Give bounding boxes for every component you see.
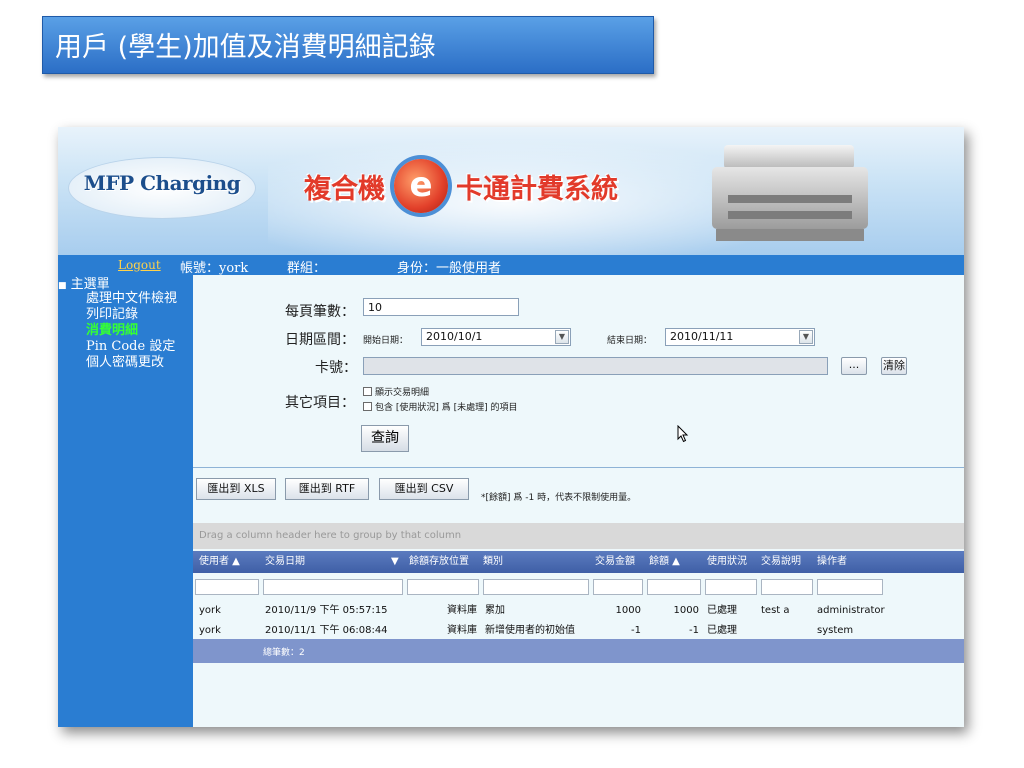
cell-amount: 1000	[615, 605, 641, 616]
cell-user: york	[199, 605, 221, 616]
filter-amount[interactable]	[593, 579, 643, 595]
cell-user: york	[199, 625, 221, 636]
col-category[interactable]: 類別	[483, 551, 503, 573]
cell-location: 資料庫	[447, 605, 477, 616]
sidebar-item-change-password[interactable]: 個人密碼更改	[86, 355, 164, 370]
account-label: 帳號：york	[180, 261, 249, 276]
printer-icon	[706, 141, 874, 245]
card-number-label: 卡號：	[315, 360, 357, 376]
filter-row	[193, 575, 964, 599]
filter-description[interactable]	[761, 579, 813, 595]
cell-description: test a	[761, 605, 790, 616]
show-details-label: 顯示交易明細	[375, 388, 430, 398]
start-date-dropdown-icon[interactable]: ▼	[555, 330, 569, 344]
total-count: 總筆數：2	[263, 648, 305, 658]
filter-date[interactable]	[263, 579, 403, 595]
start-date-picker[interactable]: 2010/10/1 ▼	[421, 328, 571, 346]
cell-operator: system	[817, 625, 854, 636]
start-date-label: 開始日期：	[363, 336, 409, 346]
col-date-sort-icon[interactable]: ▼	[391, 551, 399, 573]
grid-header: 使用者 ▲ 交易日期 ▼ 餘額存放位置 類別 交易金額 餘額 ▲ 使用狀況 交易…	[193, 551, 964, 573]
clear-button[interactable]: 清除	[881, 357, 907, 375]
grid-footer: 總筆數：2	[193, 639, 964, 663]
filter-status[interactable]	[705, 579, 757, 595]
query-button[interactable]: 查詢	[361, 425, 409, 452]
end-date-value: 2010/11/11	[670, 330, 734, 343]
filter-category[interactable]	[483, 579, 589, 595]
sidebar-item-transactions[interactable]: 消費明細	[86, 323, 138, 338]
col-balance[interactable]: 餘額 ▲	[649, 551, 680, 573]
collapse-icon[interactable]: ■	[58, 281, 67, 291]
sidebar-item-processing[interactable]: 處理中文件檢視	[86, 291, 177, 306]
table-row[interactable]: york 2010/11/1 下午 06:08:44 資料庫 新增使用者的初始值…	[193, 621, 964, 641]
banner: MFP Charging 複合機 e 卡通計費系統	[58, 127, 964, 255]
col-date[interactable]: 交易日期	[265, 551, 305, 573]
e-logo-letter: e	[409, 165, 433, 205]
content-area: 每頁筆數： 10 日期區間： 開始日期： 2010/10/1 ▼ 結束日期： 2…	[193, 275, 964, 727]
role-label: 身份：一般使用者	[397, 261, 502, 276]
banner-title-part2: 卡通計費系統	[456, 174, 618, 205]
end-date-dropdown-icon[interactable]: ▼	[799, 330, 813, 344]
col-description[interactable]: 交易說明	[761, 551, 801, 573]
cell-balance: -1	[689, 625, 699, 636]
end-date-picker[interactable]: 2010/11/11 ▼	[665, 328, 815, 346]
app-window: MFP Charging 複合機 e 卡通計費系統 Logout 帳號：york…	[58, 127, 964, 727]
cell-category: 新增使用者的初始值	[485, 625, 575, 636]
cell-status: 已處理	[707, 625, 737, 636]
sidebar-item-print-log[interactable]: 列印記錄	[86, 307, 138, 322]
cell-date: 2010/11/9 下午 05:57:15	[265, 605, 388, 616]
include-unprocessed-label: 包含 [使用狀況] 爲 [未處理] 的項目	[375, 403, 518, 413]
slide-title-bar: 用戶 (學生)加值及消費明細記錄	[42, 16, 654, 74]
cell-amount: -1	[631, 625, 641, 636]
col-status[interactable]: 使用狀況	[707, 551, 747, 573]
filter-operator[interactable]	[817, 579, 883, 595]
include-unprocessed-checkbox[interactable]	[363, 402, 372, 411]
query-form: 每頁筆數： 10 日期區間： 開始日期： 2010/10/1 ▼ 結束日期： 2…	[193, 275, 964, 467]
filter-user[interactable]	[195, 579, 259, 595]
cell-date: 2010/11/1 下午 06:08:44	[265, 625, 388, 636]
group-by-panel[interactable]: Drag a column header here to group by th…	[193, 523, 964, 549]
col-amount[interactable]: 交易金額	[595, 551, 635, 573]
show-details-checkbox[interactable]	[363, 387, 372, 396]
date-range-label: 日期區間：	[285, 332, 355, 348]
browse-button[interactable]: ...	[841, 357, 867, 375]
filter-balance[interactable]	[647, 579, 701, 595]
col-user[interactable]: 使用者 ▲	[199, 551, 240, 573]
col-location[interactable]: 餘額存放位置	[409, 551, 469, 573]
mouse-cursor-icon	[677, 425, 689, 443]
e-logo-icon: e	[394, 159, 448, 213]
export-xls-button[interactable]: 匯出到 XLS	[196, 478, 276, 500]
export-csv-button[interactable]: 匯出到 CSV	[379, 478, 469, 500]
page-size-label: 每頁筆數：	[285, 304, 355, 320]
cell-location: 資料庫	[447, 625, 477, 636]
banner-title-part1: 複合機	[304, 174, 385, 205]
sidebar-item-pin-code[interactable]: Pin Code 設定	[86, 339, 175, 354]
main-menu-header[interactable]: ■ 主選單	[58, 273, 110, 292]
slide-title: 用戶 (學生)加值及消費明細記錄	[55, 32, 436, 63]
logout-link[interactable]: Logout	[118, 258, 161, 272]
start-date-value: 2010/10/1	[426, 330, 483, 343]
table-row[interactable]: york 2010/11/9 下午 05:57:15 資料庫 累加 1000 1…	[193, 601, 964, 621]
col-operator[interactable]: 操作者	[817, 551, 847, 573]
page-size-input[interactable]: 10	[363, 298, 519, 316]
logo-text: MFP Charging	[83, 171, 241, 195]
cell-category: 累加	[485, 605, 505, 616]
main-menu-label: 主選單	[70, 277, 110, 292]
cell-operator: administrator	[817, 605, 885, 616]
balance-note: *[餘額] 爲 -1 時，代表不限制使用量。	[481, 493, 637, 503]
cell-status: 已處理	[707, 605, 737, 616]
card-number-input[interactable]	[363, 357, 828, 375]
export-rtf-button[interactable]: 匯出到 RTF	[285, 478, 369, 500]
other-options-label: 其它項目：	[285, 395, 355, 411]
filter-location[interactable]	[407, 579, 479, 595]
group-label: 群組：	[287, 261, 327, 276]
section-divider	[193, 467, 964, 468]
end-date-label: 結束日期：	[607, 336, 653, 346]
cell-balance: 1000	[673, 605, 699, 616]
